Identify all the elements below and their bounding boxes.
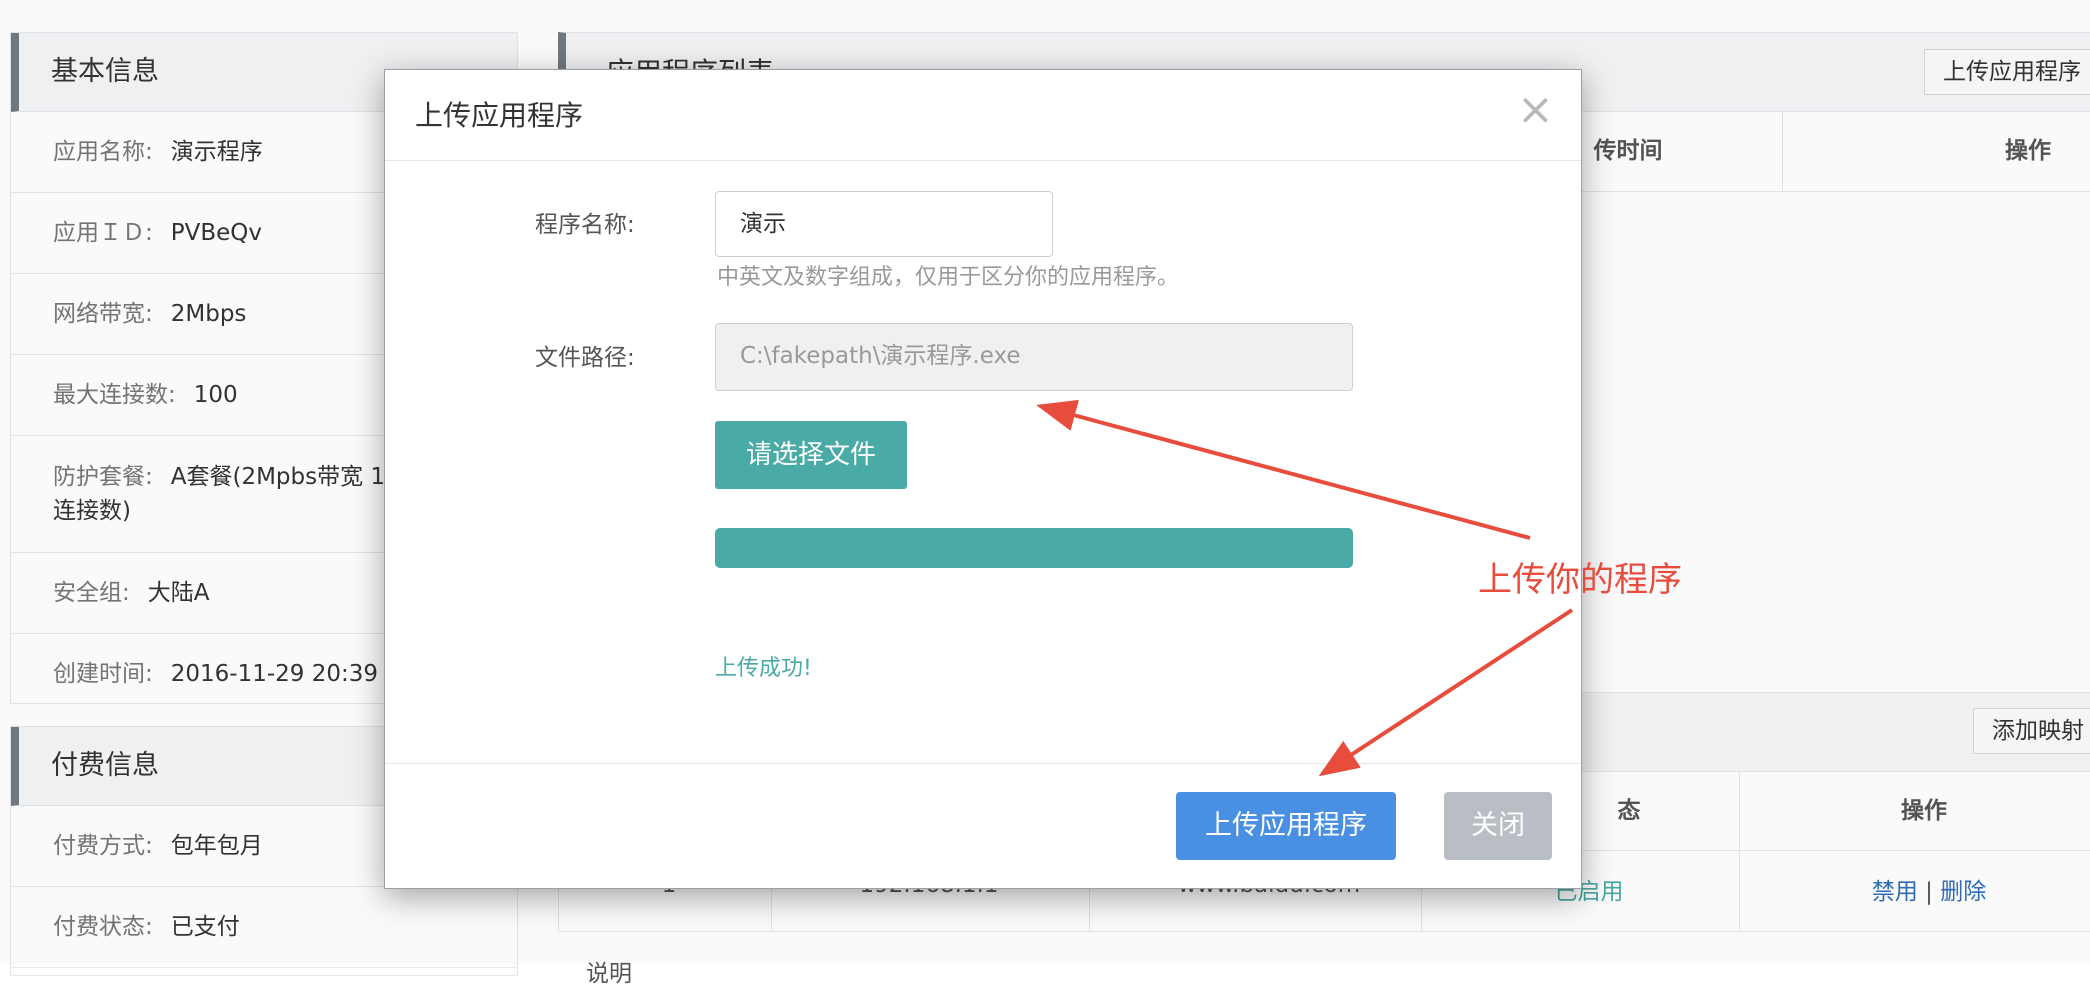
annotation-text: 上传你的程序 [1478,560,1682,600]
arrow-to-upload-button [1318,608,1574,777]
annotation-arrows [1036,399,1574,777]
arrow-to-file-path [1036,399,1531,540]
